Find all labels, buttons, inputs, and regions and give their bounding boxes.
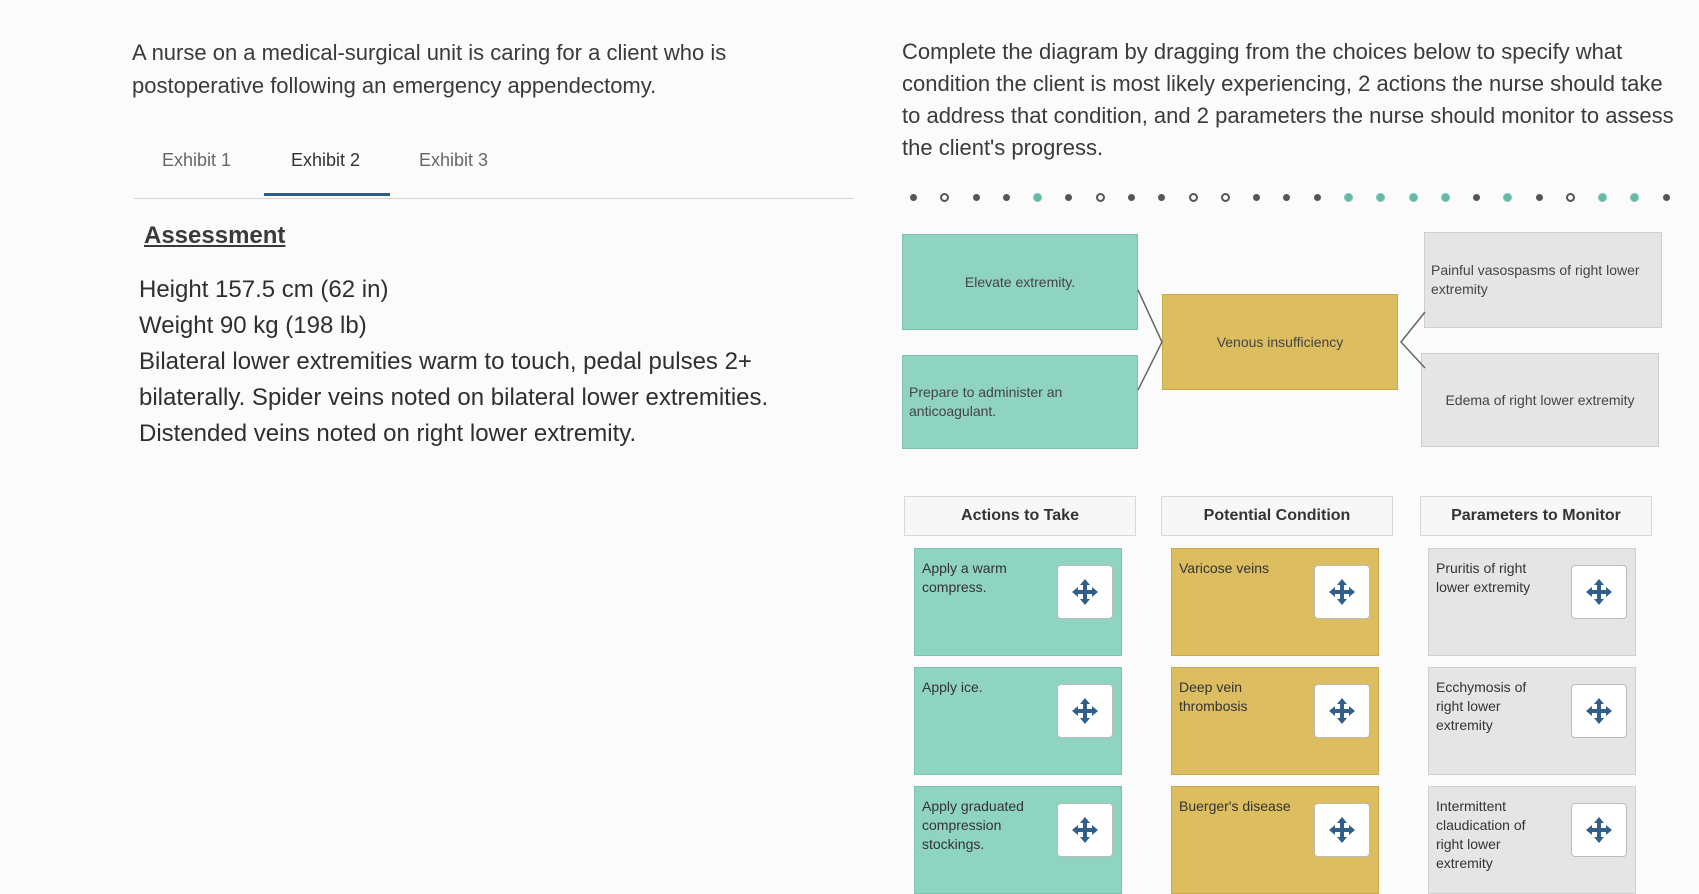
- separator-dot: [1408, 192, 1418, 202]
- dotted-separator: [910, 190, 1670, 204]
- move-arrows-icon[interactable]: [1057, 803, 1113, 857]
- assessment-line: Distended veins noted on right lower ext…: [139, 420, 637, 447]
- assessment-line: bilaterally. Spider veins noted on bilat…: [139, 384, 769, 411]
- separator-dot: [1313, 193, 1321, 201]
- move-arrows-icon[interactable]: [1571, 803, 1627, 857]
- choice-label: Varicose veins: [1179, 560, 1270, 576]
- move-arrows-icon[interactable]: [1571, 565, 1627, 619]
- separator-dot: [1503, 192, 1513, 202]
- separator-dot: [1283, 193, 1291, 201]
- separator-dot: [1002, 193, 1010, 201]
- separator-dot: [1095, 192, 1105, 202]
- separator-dot: [1565, 192, 1575, 202]
- assessment-line: Height 157.5 cm (62 in): [139, 276, 389, 303]
- choice-label: Pruritis of right lower extremity: [1436, 560, 1531, 595]
- move-arrows-icon[interactable]: [1057, 684, 1113, 738]
- column-header-parameters: Parameters to Monitor: [1420, 496, 1652, 536]
- choice-label: Apply graduated compression stockings.: [922, 798, 1024, 852]
- assessment-heading: Assessment: [144, 222, 286, 249]
- choice-parameter-claudication[interactable]: Intermittent claudication of right lower…: [1428, 786, 1636, 894]
- assessment-line: Bilateral lower extremities warm to touc…: [139, 348, 752, 375]
- choice-label: Buerger's disease: [1179, 798, 1291, 814]
- assessment-body: Height 157.5 cm (62 in) Weight 90 kg (19…: [139, 272, 819, 452]
- instructions: Complete the diagram by dragging from th…: [902, 39, 1674, 160]
- separator-dot: [1376, 192, 1386, 202]
- choice-label: Deep vein thrombosis: [1179, 679, 1248, 714]
- separator-dot: [1127, 193, 1135, 201]
- separator-dot: [972, 193, 980, 201]
- separator-dot: [1473, 193, 1481, 201]
- drop-zone-action-1[interactable]: Elevate extremity.: [902, 234, 1138, 330]
- move-arrows-icon[interactable]: [1314, 803, 1370, 857]
- choice-label: Intermittent claudication of right lower…: [1436, 798, 1526, 871]
- separator-dot: [940, 192, 950, 202]
- question-intro: A nurse on a medical-surgical unit is ca…: [132, 40, 727, 98]
- choice-action-compression-stockings[interactable]: Apply graduated compression stockings.: [914, 786, 1122, 894]
- choice-parameter-ecchymosis[interactable]: Ecchymosis of right lower extremity: [1428, 667, 1636, 775]
- separator-dot: [1598, 192, 1608, 202]
- choice-action-warm-compress[interactable]: Apply a warm compress.: [914, 548, 1122, 656]
- separator-dot: [1343, 192, 1353, 202]
- separator-dot: [1253, 193, 1261, 201]
- drop-zone-action-2[interactable]: Prepare to administer an anticoagulant.: [902, 355, 1138, 449]
- column-header-condition: Potential Condition: [1161, 496, 1393, 536]
- separator-dot: [1440, 192, 1450, 202]
- choice-action-apply-ice[interactable]: Apply ice.: [914, 667, 1122, 775]
- connector-right-chevron: [1400, 311, 1426, 369]
- separator-dot: [1630, 192, 1640, 202]
- choice-label: Ecchymosis of right lower extremity: [1436, 679, 1527, 733]
- separator-dot: [910, 193, 917, 201]
- choice-label: Apply a warm compress.: [922, 560, 1007, 595]
- drop-zone-parameter-2[interactable]: Edema of right lower extremity: [1421, 353, 1659, 447]
- choice-condition-dvt[interactable]: Deep vein thrombosis: [1171, 667, 1379, 775]
- tab-exhibit-3[interactable]: Exhibit 3: [419, 150, 488, 171]
- move-arrows-icon[interactable]: [1057, 565, 1113, 619]
- separator-dot: [1065, 193, 1073, 201]
- separator-dot: [1535, 193, 1543, 201]
- active-tab-indicator: [264, 193, 390, 196]
- separator-dot: [1220, 192, 1230, 202]
- drop-zone-parameter-1[interactable]: Painful vasospasms of right lower extrem…: [1424, 232, 1662, 328]
- drop-zone-condition[interactable]: Venous insufficiency: [1162, 294, 1398, 390]
- choice-label: Apply ice.: [922, 679, 983, 695]
- choice-condition-varicose-veins[interactable]: Varicose veins: [1171, 548, 1379, 656]
- separator-dot: [1188, 192, 1198, 202]
- move-arrows-icon[interactable]: [1314, 565, 1370, 619]
- separator-dot: [1158, 193, 1166, 201]
- assessment-line: Weight 90 kg (198 lb): [139, 312, 367, 339]
- column-header-actions: Actions to Take: [904, 496, 1136, 536]
- exhibit-tabs: Exhibit 1 Exhibit 2 Exhibit 3: [134, 140, 854, 199]
- separator-dot: [1033, 192, 1043, 202]
- choice-condition-buergers-disease[interactable]: Buerger's disease: [1171, 786, 1379, 894]
- tab-exhibit-1[interactable]: Exhibit 1: [162, 150, 231, 171]
- move-arrows-icon[interactable]: [1571, 684, 1627, 738]
- connector-left-chevron: [1137, 289, 1163, 391]
- tab-exhibit-2[interactable]: Exhibit 2: [291, 150, 360, 171]
- choice-parameter-pruritis[interactable]: Pruritis of right lower extremity: [1428, 548, 1636, 656]
- move-arrows-icon[interactable]: [1314, 684, 1370, 738]
- separator-dot: [1662, 193, 1670, 201]
